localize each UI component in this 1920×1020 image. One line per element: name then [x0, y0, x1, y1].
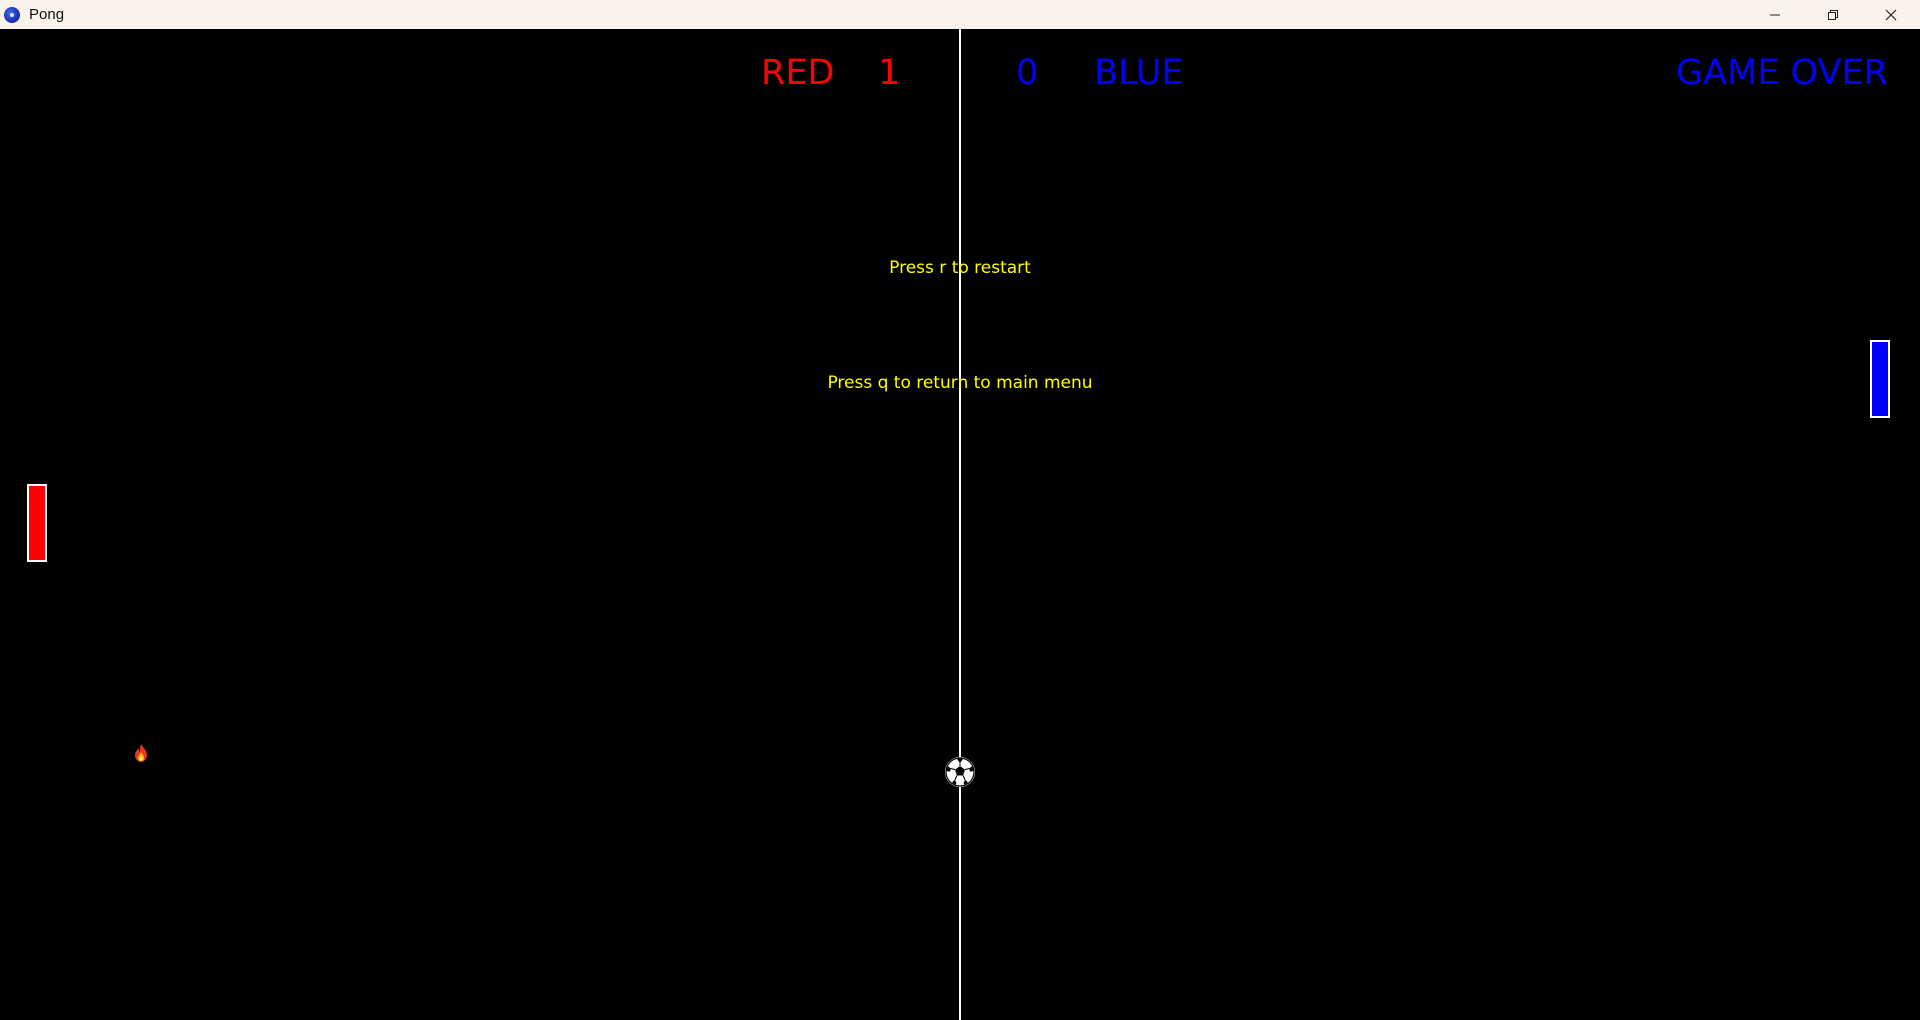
center-net-line [959, 29, 961, 1020]
soccer-ball-icon [945, 757, 975, 787]
close-icon [1885, 9, 1897, 20]
minimize-icon [1770, 14, 1780, 15]
close-button[interactable] [1862, 0, 1920, 29]
window-titlebar: Pong [0, 0, 1920, 29]
main-menu-hint: Press q to return to main menu [827, 373, 1093, 393]
window-controls [1746, 0, 1920, 29]
app-icon [4, 6, 20, 23]
restore-button[interactable] [1804, 0, 1862, 29]
red-paddle [27, 484, 47, 562]
game-over-label: GAME OVER [1676, 53, 1888, 93]
red-score: 1 [878, 53, 901, 93]
fire-icon [135, 744, 147, 762]
restart-hint: Press r to restart [889, 258, 1031, 278]
blue-score: 0 [1016, 53, 1039, 93]
blue-paddle [1870, 340, 1890, 418]
minimize-button[interactable] [1746, 0, 1804, 29]
window-title: Pong [29, 6, 65, 23]
restore-icon [1828, 9, 1838, 20]
red-player-label: RED [761, 53, 835, 93]
game-playfield[interactable]: RED 1 0 BLUE GAME OVER Press r to restar… [0, 29, 1920, 1020]
blue-player-label: BLUE [1094, 53, 1184, 93]
